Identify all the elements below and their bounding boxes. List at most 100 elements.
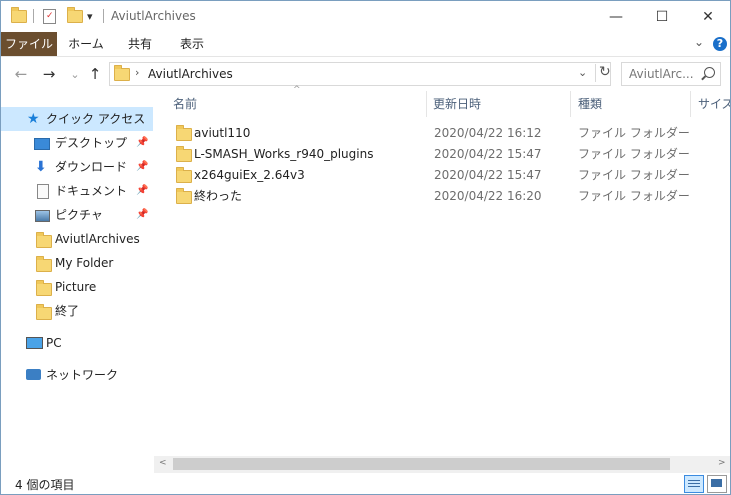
column-header-date[interactable]: 更新日時 [433,91,569,117]
sidebar-item-pictures[interactable]: ピクチャ 📌 [1,203,153,227]
details-view-button[interactable] [684,475,704,493]
ribbon-collapse-icon[interactable]: ⌄ [694,35,704,49]
maximize-button[interactable]: ☐ [639,1,685,32]
back-button[interactable]: ← [11,64,31,84]
table-row[interactable]: aviutl110 2020/04/22 16:12 ファイル フォルダー [170,123,690,143]
sidebar-item-pc[interactable]: PC [1,331,153,355]
sidebar-item-desktop[interactable]: デスクトップ 📌 [1,131,153,155]
folder-icon [176,188,192,204]
file-type: ファイル フォルダー [578,189,690,203]
tab-home[interactable]: ホーム [63,32,109,56]
horizontal-scrollbar[interactable]: < > [154,456,730,473]
file-name[interactable]: aviutl110 [194,123,250,143]
sidebar-item-downloads[interactable]: ⬇ ダウンロード 📌 [1,155,153,179]
folder-icon [36,232,52,248]
file-date: 2020/04/22 15:47 [434,147,542,161]
table-row[interactable]: x264guiEx_2.64v3 2020/04/22 15:47 ファイル フ… [170,165,690,185]
quick-access-folder-icon[interactable] [11,6,27,25]
pictures-icon [35,210,50,222]
recent-locations-button[interactable]: ⌄ [65,64,85,84]
scrollbar-thumb[interactable] [173,458,670,470]
up-button[interactable]: ↑ [85,64,105,84]
title-bar: ✓ ▾ AviutlArchives — ☐ ✕ [1,1,730,32]
file-date: 2020/04/22 16:12 [434,126,542,140]
sidebar-item-documents[interactable]: ドキュメント 📌 [1,179,153,203]
navigation-bar: ← → ⌄ ↑ › AviutlArchives ⌄ ↻ AviutlArc..… [1,57,730,90]
search-placeholder: AviutlArc... [629,67,694,81]
sidebar-item-aviutlarchives[interactable]: AviutlArchives [1,227,153,251]
pin-icon[interactable]: 📌 [136,155,148,179]
sidebar-item-picture[interactable]: Picture [1,275,153,299]
download-icon: ⬇ [35,159,47,175]
sidebar-item-label: ダウンロード [55,160,128,174]
scroll-left-icon[interactable]: < [159,458,167,468]
folder-icon [36,304,52,320]
properties-icon[interactable]: ✓ [43,7,56,25]
table-row[interactable]: L-SMASH_Works_r940_plugins 2020/04/22 15… [170,144,690,164]
pin-icon[interactable]: 📌 [136,179,148,203]
item-count: 4 個の項目 [15,478,75,492]
navigation-pane: ★ クイック アクセス デスクトップ 📌 ⬇ ダウンロード 📌 ドキュメント 📌… [1,91,153,476]
search-icon[interactable] [704,67,715,78]
pin-icon[interactable]: 📌 [136,203,148,227]
sidebar-item-label: AviutlArchives [55,232,140,246]
file-name[interactable]: L-SMASH_Works_r940_plugins [194,144,373,164]
sidebar-item-label: ネットワーク [46,368,119,382]
scroll-right-icon[interactable]: > [718,458,726,468]
explorer-window: ✓ ▾ AviutlArchives — ☐ ✕ ファイル ホーム 共有 表示 … [0,0,731,495]
customize-toolbar-icon[interactable]: ▾ [87,7,93,25]
title-separator [33,9,34,23]
file-name[interactable]: x264guiEx_2.64v3 [194,165,305,185]
address-path[interactable]: AviutlArchives [148,67,233,81]
quick-access-label: クイック アクセス [46,112,146,126]
new-folder-icon[interactable] [67,6,83,25]
address-dropdown-icon[interactable]: ⌄ [578,66,587,79]
column-divider[interactable] [690,91,691,117]
sidebar-item-label: My Folder [55,256,114,270]
refresh-button[interactable]: ↻ [595,64,613,82]
file-type: ファイル フォルダー [578,126,690,140]
tab-share[interactable]: 共有 [117,32,163,56]
tab-file[interactable]: ファイル [1,32,57,56]
table-row[interactable]: 終わった 2020/04/22 16:20 ファイル フォルダー [170,186,690,206]
sidebar-item-label: ピクチャ [55,208,103,222]
search-input[interactable]: AviutlArc... [621,62,721,86]
folder-icon [114,65,130,81]
column-divider[interactable] [426,91,427,117]
window-title: AviutlArchives [111,9,196,23]
sidebar-item-my-folder[interactable]: My Folder [1,251,153,275]
sidebar-item-label: 終了 [55,304,80,318]
network-icon [26,369,41,380]
chevron-right-icon[interactable]: › [135,66,139,79]
minimize-button[interactable]: — [593,1,639,32]
forward-button[interactable]: → [39,64,59,84]
sidebar-item-label: ドキュメント [55,184,128,198]
large-icons-view-button[interactable] [707,475,727,493]
pin-icon[interactable]: 📌 [136,131,148,155]
close-button[interactable]: ✕ [685,1,730,32]
file-type: ファイル フォルダー [578,147,690,161]
file-date: 2020/04/22 16:20 [434,189,542,203]
quick-access-item[interactable]: ★ クイック アクセス [1,107,153,131]
column-divider[interactable] [570,91,571,117]
documents-icon [37,184,49,199]
sidebar-item-label: デスクトップ [55,136,128,150]
sidebar-item-label: Picture [55,280,97,294]
column-header-size[interactable]: サイズ [698,91,730,117]
sidebar-item-finished[interactable]: 終了 [1,299,153,323]
file-list: ^ 名前 更新日時 種類 サイズ aviutl110 2020/04/22 16… [154,85,730,456]
column-header-name[interactable]: 名前 [173,91,423,117]
folder-icon [176,167,192,183]
sidebar-item-network[interactable]: ネットワーク [1,363,153,387]
file-date: 2020/04/22 15:47 [434,168,542,182]
folder-icon [176,146,192,162]
address-bar[interactable]: › AviutlArchives ⌄ ↻ [109,62,611,86]
tab-view[interactable]: 表示 [169,32,215,56]
title-separator [103,9,104,23]
column-header-type[interactable]: 種類 [578,91,688,117]
folder-icon [36,256,52,272]
file-type: ファイル フォルダー [578,168,690,182]
folder-icon [36,280,52,296]
file-name[interactable]: 終わった [194,186,242,206]
help-icon[interactable]: ? [713,37,727,51]
